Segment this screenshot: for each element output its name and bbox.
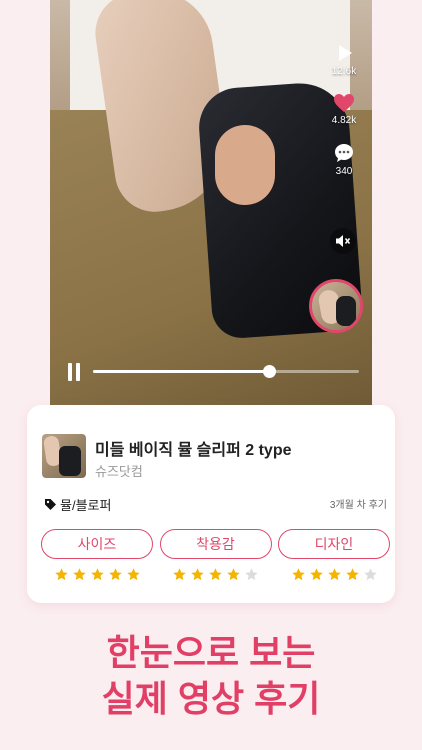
comment-button[interactable]: 340	[333, 142, 355, 177]
thumbnail-black-shoe	[336, 296, 356, 326]
star-filled-icon	[108, 568, 122, 581]
star-filled-icon	[54, 568, 68, 581]
rating-design-button[interactable]: 디자인	[278, 529, 390, 559]
rating-comfort-stars	[172, 567, 259, 582]
star-filled-icon	[227, 568, 240, 581]
pause-bar-left	[68, 363, 72, 381]
pause-button[interactable]	[68, 363, 80, 381]
star-filled-icon	[72, 568, 86, 581]
pause-bar-right	[76, 363, 80, 381]
star-filled-icon	[291, 568, 305, 581]
video-progress-knob[interactable]	[262, 365, 276, 378]
product-brand[interactable]: 슈즈닷컴	[95, 461, 143, 480]
speaker-muted-icon	[336, 235, 351, 247]
product-thumbnail-black-shoe	[59, 446, 81, 476]
star-filled-icon	[126, 568, 140, 581]
mute-button[interactable]	[330, 228, 356, 254]
video-progress-bar[interactable]	[93, 365, 359, 378]
rating-list: 사이즈 착용감 디자인	[41, 529, 390, 582]
play-icon	[339, 45, 352, 61]
star-filled-icon	[90, 568, 104, 581]
rating-size-button[interactable]: 사이즈	[41, 529, 153, 559]
reviewer-video-thumbnail[interactable]	[309, 279, 363, 333]
promo-headline-line1: 한눈으로 보는	[106, 632, 316, 673]
promo-headline: 한눈으로 보는 실제 영상 후기	[0, 630, 422, 722]
rating-item-size: 사이즈	[41, 529, 153, 582]
star-empty-icon	[363, 568, 377, 581]
star-filled-icon	[209, 568, 222, 581]
heart-icon	[334, 94, 354, 112]
play-count-label: 12.6k	[331, 66, 357, 77]
video-side-actions: 12.6k 4.82k 340	[326, 42, 362, 177]
like-button[interactable]: 4.82k	[332, 93, 356, 126]
category-tag[interactable]: 뮬/블로퍼	[44, 495, 111, 514]
video-frame-hand	[215, 125, 275, 205]
video-progress-fill	[93, 370, 269, 373]
star-filled-icon	[345, 568, 359, 581]
star-filled-icon	[173, 568, 186, 581]
rating-item-design: 디자인	[278, 529, 390, 582]
rating-comfort-button[interactable]: 착용감	[159, 529, 272, 559]
star-filled-icon	[191, 568, 204, 581]
product-name[interactable]: 미들 베이직 뮬 슬리퍼 2 type	[95, 436, 292, 460]
star-filled-icon	[327, 568, 341, 581]
star-empty-icon	[245, 568, 258, 581]
category-tag-label: 뮬/블로퍼	[60, 498, 112, 513]
video-player[interactable]	[50, 0, 372, 410]
tag-icon	[45, 499, 56, 510]
comment-icon	[335, 144, 353, 162]
review-age-label: 3개월 차 후기	[329, 500, 387, 511]
comment-count-label: 340	[335, 166, 353, 177]
product-thumbnail[interactable]	[42, 434, 86, 478]
star-filled-icon	[309, 568, 323, 581]
rating-item-comfort: 착용감	[159, 529, 272, 582]
rating-size-stars	[54, 567, 141, 582]
review-card: 미들 베이직 뮬 슬리퍼 2 type 슈즈닷컴 뮬/블로퍼 3개월 차 후기 …	[27, 405, 395, 603]
play-count-action[interactable]: 12.6k	[332, 42, 356, 77]
like-count-label: 4.82k	[331, 115, 357, 126]
rating-design-stars	[291, 567, 378, 582]
promo-headline-line2: 실제 영상 후기	[101, 678, 321, 719]
